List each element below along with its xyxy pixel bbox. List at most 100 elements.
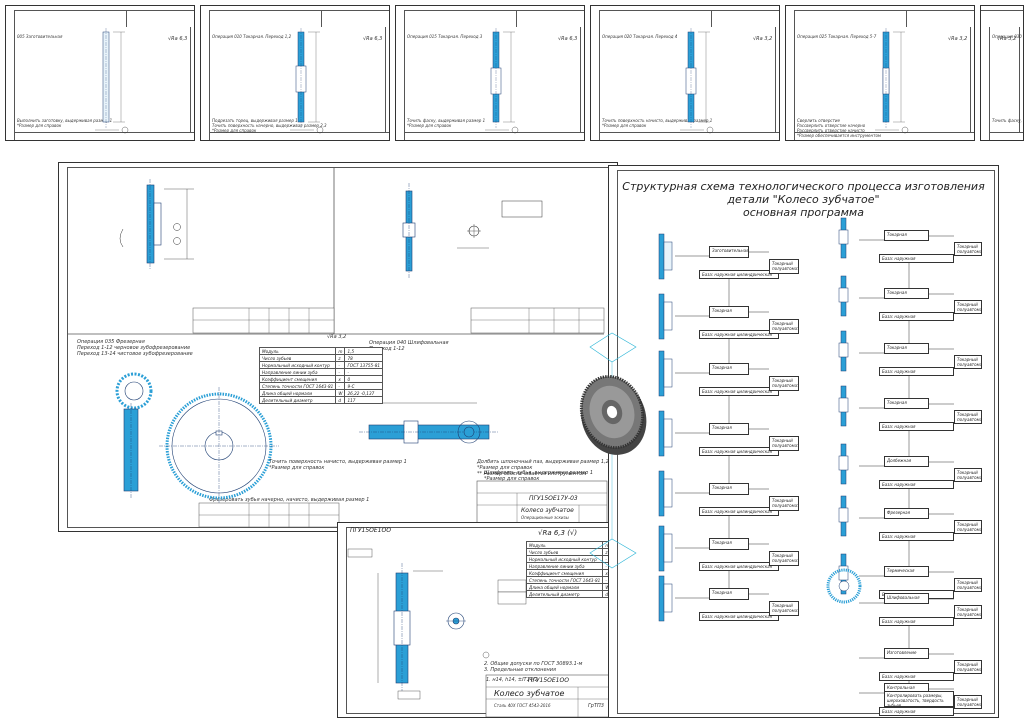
operation-sheet-2: Операция 010 Токарная. Переход 1,2 √Ra 6… [200, 5, 390, 141]
base-node: База: наружная цилиндрическая поверхност… [879, 672, 954, 681]
table-row: Длина общей нормалиW26,22 -0,137 [258, 389, 384, 397]
equipment-node: Токарный полуавтомат [954, 520, 982, 534]
operation-node: Термическая [884, 566, 929, 577]
part-icon [663, 418, 673, 448]
operation-node: Шлифовальная [884, 593, 929, 604]
part-icon [663, 358, 673, 388]
table-cell: - [335, 368, 346, 376]
equipment-node: Токарный полуавтомат [769, 601, 799, 616]
table-cell: 9-С [344, 382, 384, 390]
base-node: База: наружная цилиндрическая поверхност… [879, 617, 954, 626]
part-icon [658, 525, 665, 572]
table-cell: Делительный диаметр [258, 396, 337, 404]
operation-node: Изготовление [884, 648, 929, 659]
table-row: Модульm1,5 [258, 347, 384, 355]
part-icon [663, 583, 673, 613]
equipment-node: Токарный полуавтомат [769, 436, 799, 451]
gear-parameters-table: Модульm1,5Число зубьевz78Нормальный исхо… [258, 347, 384, 404]
base-node: База: наружная цилиндрическая поверхност… [879, 532, 954, 541]
table-cell: z [335, 354, 346, 362]
operation-sheet-1: 005 Заготовительная √Ra 6,3 Выполнить за… [5, 5, 195, 141]
table-cell: ГОСТ 13755-81 [344, 361, 384, 369]
table-cell: - [335, 361, 346, 369]
equipment-node: Токарный полуавтомат [954, 468, 982, 482]
table-row: Делительный диаметрd117 [258, 396, 384, 404]
table-cell: Число зубьев [258, 354, 337, 362]
part-drawing-sheet: ПГУ15ОЕ1ОО √Ra 6,3 (√) Модульm1,5Число з… [337, 522, 627, 718]
base-node: База: наружная цилиндрическая поверхност… [699, 330, 779, 339]
title-block-subtitle: Операционные эскизы [521, 515, 569, 520]
table-cell: 117 [344, 396, 384, 404]
operation-node: Долбежная [884, 456, 929, 467]
operation-sketch-sheet: Точить поверхность начисто, выдерживая р… [58, 162, 618, 532]
base-node: База: наружная цилиндрическая поверхност… [699, 270, 779, 279]
material: Сталь 40Х ГОСТ 4543-2016 [494, 703, 551, 708]
table-row: Нормальный исходный контур-ГОСТ 13755-81 [258, 361, 384, 369]
table-cell: x [335, 375, 346, 383]
equipment-node: Токарный полуавтомат [954, 578, 982, 592]
equipment-node: Токарный полуавтомат [954, 410, 982, 424]
base-node: База: наружная цилиндрическая поверхност… [879, 312, 954, 321]
note-3: 3. Предельные отклонения [484, 667, 557, 673]
table-row: Число зубьевz78 [258, 354, 384, 362]
table-cell: Модуль [258, 347, 337, 355]
gear-hub [838, 580, 850, 592]
operation-node: Токарная [709, 363, 749, 375]
doc-code: ПГУ15ОЕ17У-03 [529, 495, 578, 502]
base-node: База: наружная цилиндрическая поверхност… [699, 447, 779, 456]
equipment-node: Токарный полуавтомат [954, 355, 982, 369]
part-icon [838, 287, 849, 303]
operation-node: Токарная [884, 343, 929, 354]
part-sketch [95, 28, 129, 134]
part-sketch [981, 6, 1024, 141]
operation-node: Токарная [884, 398, 929, 409]
base-node: База: наружная цилиндрическая поверхност… [879, 422, 954, 431]
table-row: Коэффициент смещенияx0 [258, 375, 384, 383]
operation-node: Токарная [884, 230, 929, 241]
base-node: База: наружная цилиндрическая поверхност… [699, 562, 779, 571]
equipment-node: Токарный полуавтомат [954, 695, 982, 709]
part-icon [838, 397, 849, 413]
part-icon [663, 241, 673, 271]
equipment-node: Токарный полуавтомат [954, 242, 982, 256]
organization: ГрТП3 [588, 703, 604, 709]
base-node: База: наружная цилиндрическая поверхност… [879, 367, 954, 376]
operation-node: Токарная [884, 288, 929, 299]
part-icon [658, 350, 665, 397]
base-node: База: наружная цилиндрическая поверхност… [699, 612, 779, 621]
part-icon [663, 301, 673, 331]
operation-node: Токарная [709, 306, 749, 318]
table-cell: 26,22 -0,137 [344, 389, 384, 397]
table-cell: Направление линии зуба [258, 368, 337, 376]
equipment-node: Токарный полуавтомат [954, 660, 982, 674]
table-row: Направление линии зуба-- [258, 368, 384, 376]
table-cell: Коэффициент смещения [258, 375, 337, 383]
base-node: База: наружная цилиндрическая поверхност… [699, 387, 779, 396]
part-sketch [290, 28, 324, 134]
part-sketch [680, 28, 714, 134]
operation-node: Токарная [709, 588, 749, 600]
operation-node: Токарная [709, 423, 749, 435]
table-cell: Степень точности ГОСТ 1643-81 [258, 382, 337, 390]
title-block-name: Колесо зубчатое [494, 689, 565, 698]
table-cell: 78 [344, 354, 384, 362]
table-cell: 1,5 [344, 347, 384, 355]
equipment-node: Токарный полуавтомат [769, 496, 799, 511]
part-icon [838, 507, 849, 523]
structure-scheme-sheet: Структурная схема технологического проце… [608, 165, 999, 718]
table-cell: Длина общей нормали [258, 389, 337, 397]
part-icon [663, 533, 673, 563]
operation-node: Заготовительная [709, 246, 749, 258]
base-node: База: наружная цилиндрическая поверхност… [699, 507, 779, 516]
part-icon [838, 565, 849, 581]
operation-node: Фрезерная [884, 508, 929, 519]
table-cell: 0 [344, 375, 384, 383]
part-icon [658, 575, 665, 622]
operation-node: Токарная [709, 483, 749, 495]
equipment-node: Токарный полуавтомат [769, 319, 799, 334]
part-icon [658, 410, 665, 457]
table-cell: - [344, 368, 384, 376]
control-node: Контролировать размеры, шероховатость, т… [884, 691, 954, 707]
operation-sheet-4: Операция 020 Токарная. Переход 4 √Ra 3,2… [590, 5, 780, 141]
equipment-node: Токарный полуавтомат [954, 300, 982, 314]
